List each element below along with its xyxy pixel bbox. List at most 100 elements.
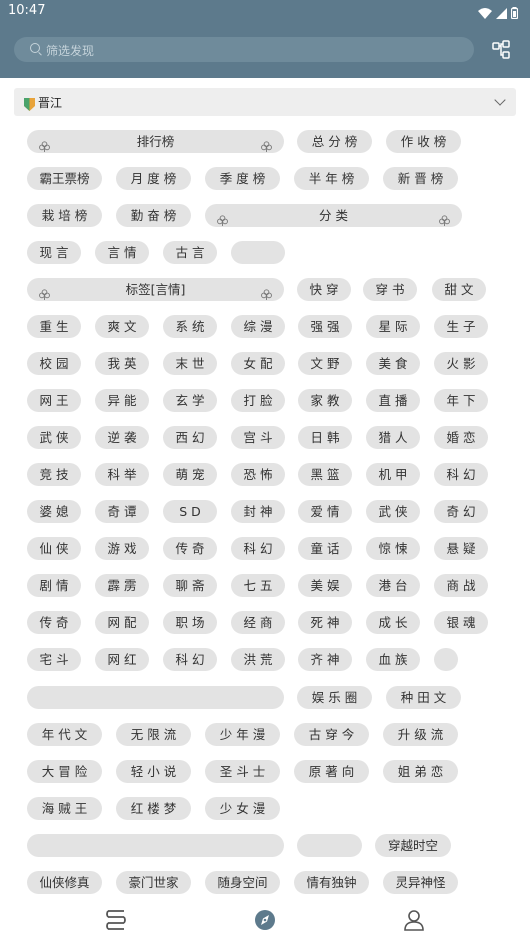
- category-chip[interactable]: 圣 斗 士: [205, 760, 280, 783]
- category-chip[interactable]: 星 际: [366, 315, 420, 338]
- category-chip[interactable]: 灵异神怪: [383, 871, 458, 894]
- category-chip[interactable]: 大 冒 险: [27, 760, 102, 783]
- category-chip[interactable]: 直 播: [366, 389, 420, 412]
- category-chip[interactable]: 萌 宠: [163, 463, 217, 486]
- category-chip[interactable]: [297, 834, 362, 857]
- discover-icon[interactable]: [253, 909, 277, 931]
- category-chip[interactable]: 银 魂: [434, 611, 488, 634]
- category-chip[interactable]: 科 举: [95, 463, 149, 486]
- category-chip[interactable]: 总 分 榜: [297, 130, 372, 153]
- category-chip[interactable]: 我 英: [95, 352, 149, 375]
- category-chip[interactable]: [27, 834, 284, 857]
- category-chip[interactable]: 职 场: [163, 611, 217, 634]
- category-chip[interactable]: 传 奇: [27, 611, 81, 634]
- category-chip[interactable]: 古 言: [163, 241, 217, 264]
- category-chip[interactable]: 现 言: [27, 241, 81, 264]
- category-chip[interactable]: 恐 怖: [231, 463, 285, 486]
- category-chip[interactable]: 甜 文: [432, 278, 486, 301]
- category-chip[interactable]: 逆 袭: [95, 426, 149, 449]
- bookshelf-icon[interactable]: [104, 909, 128, 931]
- category-chip[interactable]: 重 生: [27, 315, 81, 338]
- category-chip[interactable]: 日 韩: [298, 426, 352, 449]
- category-chip[interactable]: 女 配: [231, 352, 285, 375]
- category-chip[interactable]: 红 楼 梦: [116, 797, 191, 820]
- category-chip[interactable]: 经 商: [231, 611, 285, 634]
- category-chip[interactable]: 封 神: [231, 500, 285, 523]
- category-chip[interactable]: 强 强: [298, 315, 352, 338]
- category-chip[interactable]: 分 类: [205, 204, 462, 227]
- category-chip[interactable]: 家 教: [298, 389, 352, 412]
- category-chip[interactable]: 升 级 流: [383, 723, 458, 746]
- category-chip[interactable]: 机 甲: [366, 463, 420, 486]
- category-chip[interactable]: 网 配: [95, 611, 149, 634]
- category-chip[interactable]: 传 奇: [163, 537, 217, 560]
- category-chip[interactable]: 科 幻: [434, 463, 488, 486]
- category-chip[interactable]: 季 度 榜: [205, 167, 280, 190]
- category-chip[interactable]: 综 漫: [231, 315, 285, 338]
- category-chip[interactable]: 悬 疑: [434, 537, 488, 560]
- category-chip[interactable]: 娱 乐 圈: [297, 686, 372, 709]
- category-chip[interactable]: 仙 侠: [27, 537, 81, 560]
- category-chip[interactable]: 打 脸: [231, 389, 285, 412]
- category-chip[interactable]: 种 田 文: [386, 686, 461, 709]
- category-chip[interactable]: 西 幻: [163, 426, 217, 449]
- category-chip[interactable]: 年 代 文: [27, 723, 102, 746]
- category-chip[interactable]: 游 戏: [95, 537, 149, 560]
- category-chip[interactable]: 半 年 榜: [294, 167, 369, 190]
- category-chip[interactable]: 爱 情: [298, 500, 352, 523]
- category-chip[interactable]: 无 限 流: [116, 723, 191, 746]
- category-chip[interactable]: 七 五: [231, 574, 285, 597]
- category-chip[interactable]: 标签[言情]: [27, 278, 284, 301]
- category-chip[interactable]: 穿 书: [363, 278, 417, 301]
- category-chip[interactable]: 血 族: [366, 648, 420, 671]
- category-chip[interactable]: 惊 悚: [366, 537, 420, 560]
- category-chip[interactable]: 轻 小 说: [116, 760, 191, 783]
- category-chip[interactable]: 武 侠: [366, 500, 420, 523]
- category-chip[interactable]: 奇 谭: [95, 500, 149, 523]
- category-chip[interactable]: [231, 241, 285, 264]
- category-chip[interactable]: 科 幻: [231, 537, 285, 560]
- category-chip[interactable]: 爽 文: [95, 315, 149, 338]
- category-chip[interactable]: 勤 奋 榜: [116, 204, 191, 227]
- category-chip[interactable]: 美 娱: [298, 574, 352, 597]
- category-chip[interactable]: 网 红: [95, 648, 149, 671]
- source-selector[interactable]: 晋江: [14, 88, 516, 116]
- category-chip[interactable]: 竞 技: [27, 463, 81, 486]
- category-chip[interactable]: 豪门世家: [116, 871, 191, 894]
- category-chip[interactable]: 武 侠: [27, 426, 81, 449]
- category-chip[interactable]: 原 著 向: [294, 760, 369, 783]
- category-chip[interactable]: 剧 情: [27, 574, 81, 597]
- category-chip[interactable]: 聊 斋: [163, 574, 217, 597]
- category-chip[interactable]: S D: [163, 500, 217, 523]
- category-chip[interactable]: 玄 学: [163, 389, 217, 412]
- category-chip[interactable]: 宫 斗: [231, 426, 285, 449]
- category-chip[interactable]: 作 收 榜: [386, 130, 461, 153]
- category-chip[interactable]: 月 度 榜: [116, 167, 191, 190]
- category-chip[interactable]: 异 能: [95, 389, 149, 412]
- category-chip[interactable]: 猎 人: [366, 426, 420, 449]
- category-chip[interactable]: 年 下: [434, 389, 488, 412]
- category-chip[interactable]: 死 神: [298, 611, 352, 634]
- category-chip[interactable]: 随身空间: [205, 871, 280, 894]
- category-chip[interactable]: 婆 媳: [27, 500, 81, 523]
- category-chip[interactable]: 婚 恋: [434, 426, 488, 449]
- category-chip[interactable]: 古 穿 今: [294, 723, 369, 746]
- category-chip[interactable]: 宅 斗: [27, 648, 81, 671]
- category-chip[interactable]: 校 园: [27, 352, 81, 375]
- category-chip[interactable]: 文 野: [298, 352, 352, 375]
- category-chip[interactable]: 排行榜: [27, 130, 284, 153]
- category-chip[interactable]: 姐 弟 恋: [383, 760, 458, 783]
- category-chip[interactable]: 商 战: [434, 574, 488, 597]
- category-chip[interactable]: 科 幻: [163, 648, 217, 671]
- category-chip[interactable]: [434, 648, 458, 671]
- category-chip[interactable]: 系 统: [163, 315, 217, 338]
- category-chip[interactable]: 快 穿: [297, 278, 351, 301]
- source-tree-icon[interactable]: [490, 40, 512, 60]
- category-chip[interactable]: 美 食: [366, 352, 420, 375]
- profile-icon[interactable]: [402, 909, 426, 931]
- category-chip[interactable]: 穿越时空: [375, 834, 451, 857]
- category-chip[interactable]: 霸王票榜: [27, 167, 102, 190]
- category-chip[interactable]: 网 王: [27, 389, 81, 412]
- category-chip[interactable]: 黑 篮: [298, 463, 352, 486]
- category-chip[interactable]: [27, 686, 284, 709]
